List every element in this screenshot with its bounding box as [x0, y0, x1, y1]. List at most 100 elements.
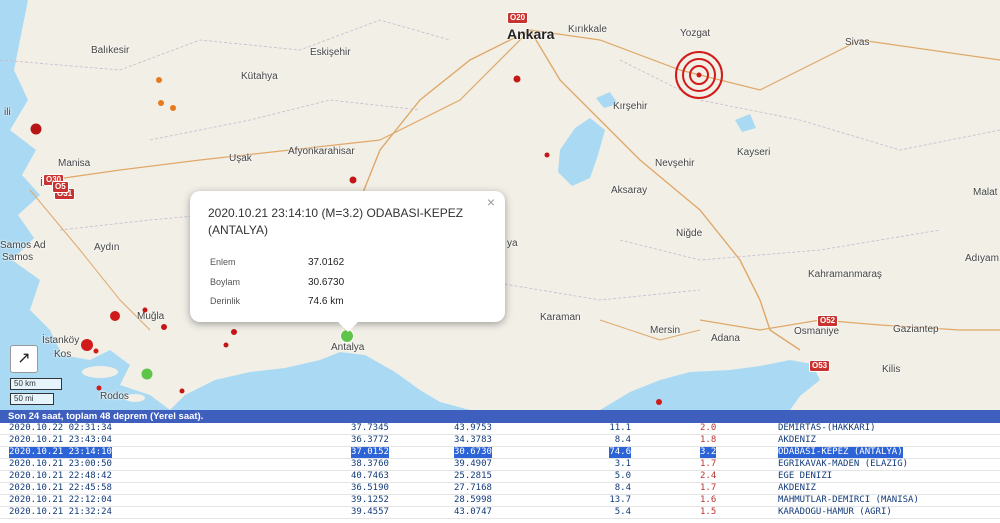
place-mugla: Muğla	[137, 311, 165, 322]
table-row[interactable]: 2020.10.21 22:48:42 40.7463 25.2815 5.0 …	[0, 471, 1000, 483]
expand-arrow-icon[interactable]: ↗	[10, 345, 38, 373]
popup-lat-value: 37.0162	[308, 257, 345, 268]
row-lon: 27.7168	[454, 483, 492, 493]
road-shield-o53: O53	[809, 360, 831, 372]
row-location: DEMIRTAS-(HAKKARI)	[778, 423, 876, 433]
place-adiyaman: Adıyam	[965, 253, 999, 264]
place-aydin: Aydın	[94, 242, 120, 253]
popup-lat-label: Enlem	[210, 257, 236, 267]
row-location: EGRIKAVAK-MADEN (ELAZIG)	[778, 459, 909, 469]
place-ankara: Ankara	[507, 26, 555, 42]
row-lat: 39.1252	[351, 495, 389, 505]
place-adana: Adana	[711, 333, 740, 344]
place-nevsehir: Nevşehir	[655, 158, 695, 169]
place-samos: Samos	[2, 252, 34, 263]
quake-marker[interactable]	[544, 152, 550, 158]
row-depth: 8.4	[614, 483, 631, 493]
row-location: ODABASI-KEPEZ (ANTALYA)	[778, 447, 903, 458]
place-konya-partial: ya	[507, 238, 518, 249]
popup-depth-value: 74.6 km	[308, 296, 344, 307]
list-header: Son 24 saat, toplam 48 deprem (Yerel saa…	[0, 410, 1000, 423]
quake-marker[interactable]	[231, 329, 237, 335]
place-osmaniye: Osmaniye	[794, 326, 840, 337]
road-shield-o52: O52	[817, 315, 839, 327]
place-karaman: Karaman	[540, 312, 581, 323]
popup-lon-label: Boylam	[210, 277, 241, 287]
row-magnitude: 2.0	[700, 423, 717, 433]
earthquake-map[interactable]: Balıkesir Eskişehir Ankara Kırıkkale Yoz…	[0, 0, 1000, 410]
quake-marker[interactable]	[223, 342, 229, 348]
table-row[interactable]: 2020.10.21 22:45:58 36.5190 27.7168 8.4 …	[0, 483, 1000, 495]
row-lon: 43.9753	[454, 423, 492, 433]
table-row[interactable]: 2020.10.21 22:12:04 39.1252 28.5998 13.7…	[0, 495, 1000, 507]
road-shield-o20: O20	[507, 12, 529, 24]
earthquake-rows: 2020.10.22 02:31:34 37.7345 43.9753 11.1…	[0, 423, 1000, 519]
row-lat: 40.7463	[351, 471, 389, 481]
quake-marker[interactable]	[142, 307, 148, 313]
row-location: EGE DENIZI	[778, 471, 833, 481]
row-lat: 39.4557	[351, 507, 389, 517]
place-kutahya: Kütahya	[241, 71, 278, 82]
place-istankoy: İstanköy	[42, 335, 80, 346]
quake-marker[interactable]	[513, 75, 521, 83]
table-row[interactable]: 2020.10.21 23:43:04 36.3772 34.3783 8.4 …	[0, 435, 1000, 447]
place-kirikkale: Kırıkkale	[568, 24, 607, 35]
table-row[interactable]: 2020.10.21 21:32:24 39.4557 43.0747 5.4 …	[0, 507, 1000, 519]
earthquake-list: Son 24 saat, toplam 48 deprem (Yerel saa…	[0, 410, 1000, 523]
row-date: 2020.10.21 23:14:10	[9, 447, 112, 458]
quake-marker[interactable]	[179, 388, 185, 394]
place-eskisehir: Eskişehir	[310, 47, 351, 58]
quake-marker[interactable]	[93, 348, 99, 354]
place-samos-ad: Samos Ad	[0, 240, 46, 251]
row-lon: 30.6730	[454, 447, 492, 458]
quake-info-popup: 2020.10.21 23:14:10 (M=3.2) ODABASI-KEPE…	[190, 191, 505, 332]
place-sivas: Sivas	[845, 37, 870, 48]
place-kilis: Kilis	[882, 364, 901, 375]
quake-marker[interactable]	[170, 105, 176, 111]
place-yozgat: Yozgat	[680, 28, 711, 39]
quake-marker[interactable]	[158, 100, 164, 106]
quake-marker[interactable]	[156, 77, 162, 83]
close-icon[interactable]: ×	[487, 194, 495, 210]
row-lon: 28.5998	[454, 495, 492, 505]
place-ili: ili	[4, 107, 11, 118]
place-gaziantep: Gaziantep	[893, 324, 939, 335]
row-depth: 3.1	[614, 459, 631, 469]
row-date: 2020.10.21 22:12:04	[9, 495, 112, 505]
place-mersin: Mersin	[650, 325, 681, 336]
popup-lon-value: 30.6730	[308, 277, 345, 288]
table-row[interactable]: 2020.10.22 02:31:34 37.7345 43.9753 11.1…	[0, 423, 1000, 435]
row-date: 2020.10.22 02:31:34	[9, 423, 112, 433]
row-magnitude: 1.6	[700, 495, 717, 505]
row-magnitude: 3.2	[700, 447, 717, 458]
quake-marker[interactable]	[30, 123, 42, 135]
quake-marker[interactable]	[349, 176, 357, 184]
place-kos: Kos	[54, 349, 72, 360]
row-lat: 38.3760	[351, 459, 389, 469]
place-aksaray: Aksaray	[611, 185, 648, 196]
row-depth: 8.4	[614, 435, 631, 445]
row-location: AKDENIZ	[778, 435, 816, 445]
table-row[interactable]: 2020.10.21 23:00:50 38.3760 39.4907 3.1 …	[0, 459, 1000, 471]
scale-bar-km: 50 km	[10, 378, 62, 390]
row-lat: 37.0152	[351, 447, 389, 458]
road-shield-o5: O5	[52, 181, 69, 193]
row-lon: 25.2815	[454, 471, 492, 481]
table-row-selected[interactable]: 2020.10.21 23:14:10 37.0152 30.6730 74.6…	[0, 447, 1000, 459]
quake-marker[interactable]	[110, 311, 120, 321]
place-balikesir: Balıkesir	[91, 45, 130, 56]
quake-marker[interactable]	[161, 324, 167, 330]
row-depth: 74.6	[609, 447, 631, 458]
place-nigde: Niğde	[676, 228, 703, 239]
row-lon: 34.3783	[454, 435, 492, 445]
quake-marker[interactable]	[96, 385, 102, 391]
quake-marker[interactable]	[656, 399, 662, 405]
row-depth: 11.1	[609, 423, 631, 433]
quake-marker[interactable]	[696, 72, 702, 78]
quake-marker[interactable]	[81, 339, 93, 351]
row-date: 2020.10.21 22:45:58	[9, 483, 112, 493]
row-magnitude: 1.5	[700, 507, 717, 517]
row-location: AKDENIZ	[778, 483, 816, 493]
quake-marker[interactable]	[141, 368, 153, 380]
row-lon: 39.4907	[454, 459, 492, 469]
